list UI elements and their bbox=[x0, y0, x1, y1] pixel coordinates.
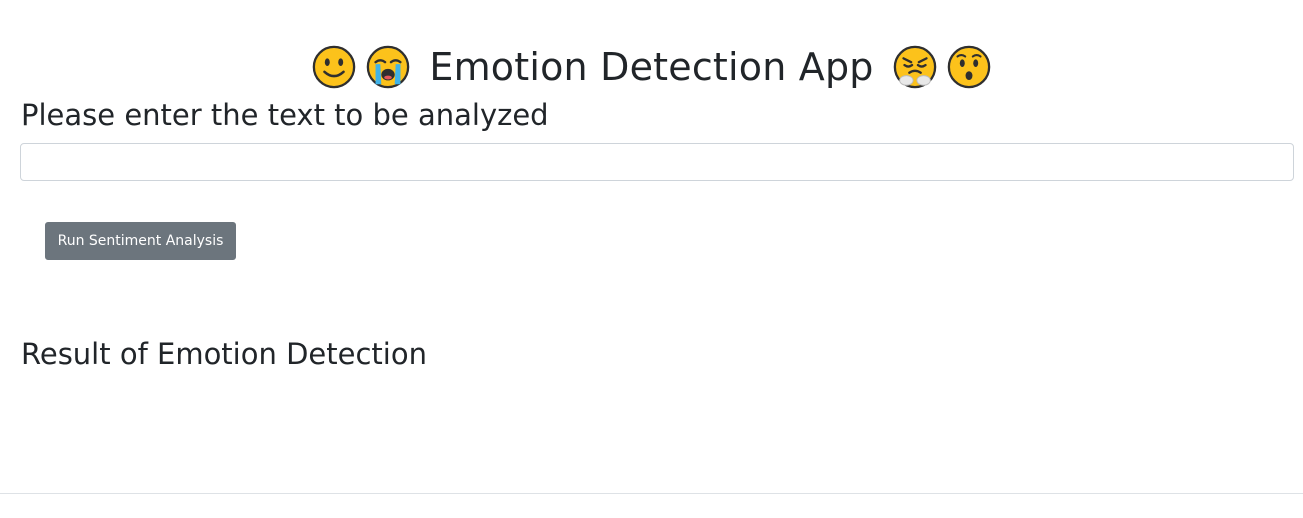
face-with-steam-icon bbox=[892, 44, 938, 90]
text-to-analyze-input[interactable] bbox=[20, 143, 1294, 181]
slightly-smiling-face-icon bbox=[311, 44, 357, 90]
result-heading: Result of Emotion Detection bbox=[21, 337, 427, 371]
app-title-text: Emotion Detection App bbox=[429, 45, 874, 90]
app-title: Emotion Detection App bbox=[0, 43, 1303, 91]
hushed-face-icon bbox=[946, 44, 992, 90]
result-output bbox=[21, 385, 1291, 475]
loudly-crying-face-icon bbox=[365, 44, 411, 90]
run-sentiment-analysis-button[interactable]: Run Sentiment Analysis bbox=[45, 222, 236, 260]
input-heading: Please enter the text to be analyzed bbox=[21, 98, 549, 132]
bottom-divider bbox=[0, 493, 1303, 494]
